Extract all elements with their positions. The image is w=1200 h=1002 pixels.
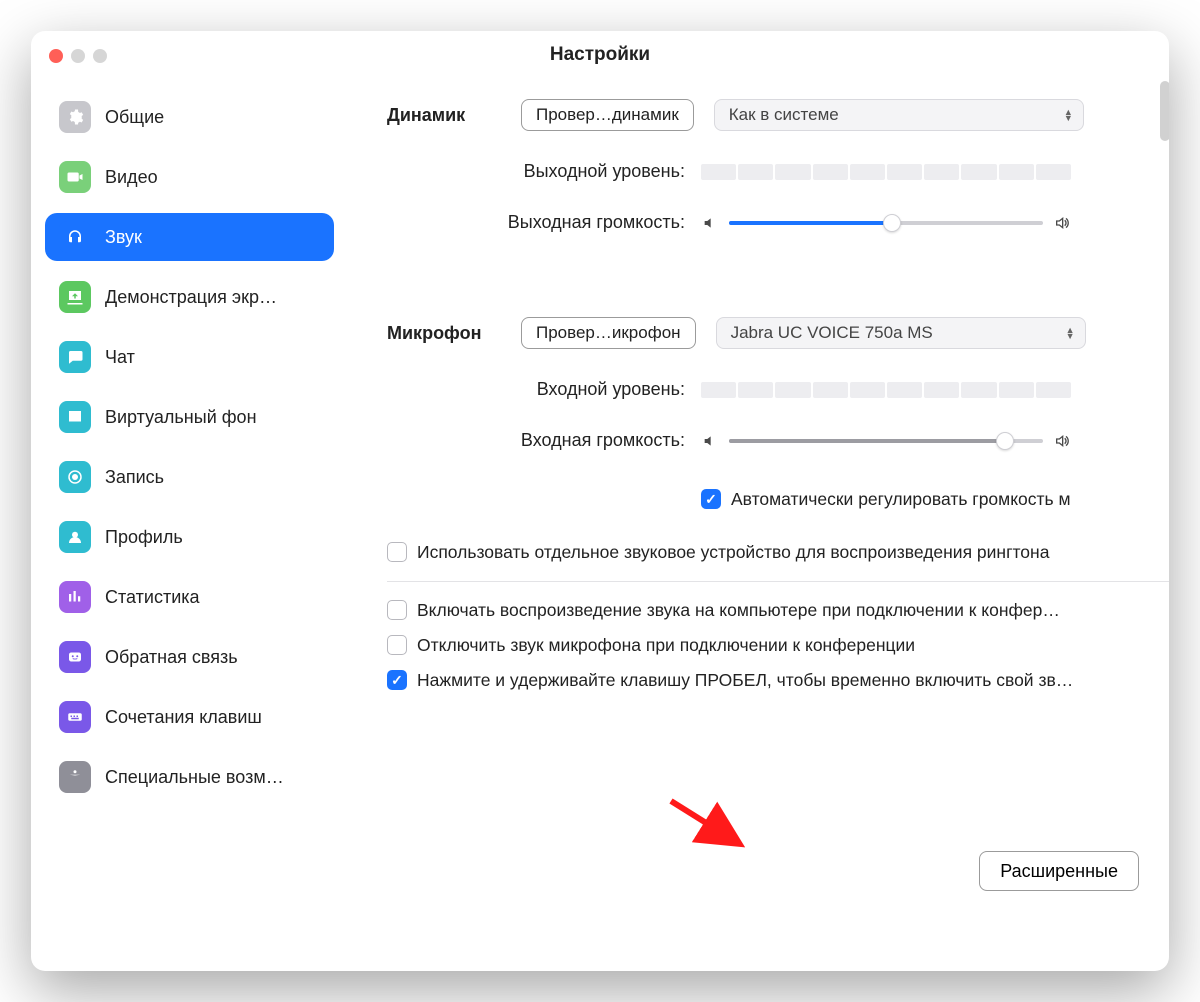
- sidebar-item-label: Специальные возм…: [105, 767, 284, 788]
- output-level-label: Выходной уровень:: [349, 161, 701, 182]
- chevron-updown-icon: ▲▼: [1066, 327, 1075, 339]
- output-volume-slider[interactable]: [729, 221, 1043, 225]
- sidebar-item-label: Профиль: [105, 527, 183, 548]
- record-icon: [59, 461, 91, 493]
- sidebar-item-accessibility[interactable]: Специальные возм…: [45, 753, 334, 801]
- output-level-meter: [701, 164, 1071, 180]
- sidebar-item-keyboard-shortcuts[interactable]: Сочетания клавиш: [45, 693, 334, 741]
- sidebar-item-general[interactable]: Общие: [45, 93, 334, 141]
- microphone-device-dropdown[interactable]: Jabra UC VOICE 750a MS ▲▼: [716, 317, 1086, 349]
- sidebar: Общие Видео Звук Демонстрация экр… Чат В…: [31, 79, 349, 971]
- checkbox-label: Включать воспроизведение звука на компью…: [417, 600, 1169, 621]
- minimize-window-button[interactable]: [71, 49, 85, 63]
- gear-icon: [59, 101, 91, 133]
- audio-settings-panel: Динамик Провер…динамик Как в системе ▲▼ …: [349, 79, 1169, 971]
- divider: [387, 581, 1169, 582]
- sidebar-item-share-screen[interactable]: Демонстрация экр…: [45, 273, 334, 321]
- chevron-updown-icon: ▲▼: [1064, 109, 1073, 121]
- separate-ringtone-checkbox[interactable]: [387, 542, 407, 562]
- input-volume-slider[interactable]: [729, 439, 1043, 443]
- sidebar-item-virtual-background[interactable]: Виртуальный фон: [45, 393, 334, 441]
- sidebar-item-label: Запись: [105, 467, 164, 488]
- microphone-section-label: Микрофон: [349, 323, 521, 344]
- sidebar-item-label: Видео: [105, 167, 158, 188]
- sidebar-item-video[interactable]: Видео: [45, 153, 334, 201]
- auto-adjust-volume-label: Автоматически регулировать громкость м: [731, 489, 1169, 510]
- annotation-arrow: [667, 797, 745, 851]
- profile-icon: [59, 521, 91, 553]
- checkbox-label: Отключить звук микрофона при подключении…: [417, 635, 1169, 656]
- zoom-window-button[interactable]: [93, 49, 107, 63]
- sidebar-item-audio[interactable]: Звук: [45, 213, 334, 261]
- keyboard-icon: [59, 701, 91, 733]
- sidebar-item-label: Общие: [105, 107, 164, 128]
- volume-high-icon: [1053, 214, 1071, 232]
- sidebar-item-recording[interactable]: Запись: [45, 453, 334, 501]
- checkbox-label: Нажмите и удерживайте клавишу ПРОБЕЛ, чт…: [417, 670, 1169, 691]
- sidebar-item-label: Статистика: [105, 587, 200, 608]
- settings-window: Настройки Общие Видео Звук Демонстрация …: [31, 31, 1169, 971]
- auto-adjust-volume-checkbox[interactable]: [701, 489, 721, 509]
- dropdown-value: Jabra UC VOICE 750a MS: [731, 323, 933, 343]
- sidebar-item-chat[interactable]: Чат: [45, 333, 334, 381]
- stats-icon: [59, 581, 91, 613]
- sidebar-item-label: Виртуальный фон: [105, 407, 257, 428]
- sidebar-item-label: Обратная связь: [105, 647, 238, 668]
- headphones-icon: [59, 221, 91, 253]
- sidebar-item-feedback[interactable]: Обратная связь: [45, 633, 334, 681]
- dropdown-value: Как в системе: [729, 105, 839, 125]
- sidebar-item-profile[interactable]: Профиль: [45, 513, 334, 561]
- input-level-label: Входной уровень:: [349, 379, 701, 400]
- input-volume-label: Входная громкость:: [349, 430, 701, 451]
- window-controls: [49, 49, 107, 63]
- mute-mic-on-join-checkbox[interactable]: [387, 635, 407, 655]
- advanced-button[interactable]: Расширенные: [979, 851, 1139, 891]
- push-to-talk-checkbox[interactable]: [387, 670, 407, 690]
- input-level-meter: [701, 382, 1071, 398]
- volume-low-icon: [701, 214, 719, 232]
- play-audio-on-join-checkbox[interactable]: [387, 600, 407, 620]
- titlebar: Настройки: [31, 31, 1169, 79]
- share-screen-icon: [59, 281, 91, 313]
- sidebar-item-label: Сочетания клавиш: [105, 707, 262, 728]
- video-icon: [59, 161, 91, 193]
- output-volume-label: Выходная громкость:: [349, 212, 701, 233]
- sidebar-item-label: Звук: [105, 227, 142, 248]
- chat-icon: [59, 341, 91, 373]
- virtual-background-icon: [59, 401, 91, 433]
- close-window-button[interactable]: [49, 49, 63, 63]
- test-speaker-button[interactable]: Провер…динамик: [521, 99, 694, 131]
- speaker-section-label: Динамик: [349, 105, 521, 126]
- test-microphone-button[interactable]: Провер…икрофон: [521, 317, 696, 349]
- speaker-device-dropdown[interactable]: Как в системе ▲▼: [714, 99, 1084, 131]
- feedback-icon: [59, 641, 91, 673]
- accessibility-icon: [59, 761, 91, 793]
- window-title: Настройки: [550, 44, 650, 66]
- separate-ringtone-label: Использовать отдельное звуковое устройст…: [417, 542, 1169, 563]
- volume-low-icon: [701, 432, 719, 450]
- sidebar-item-label: Чат: [105, 347, 135, 368]
- volume-high-icon: [1053, 432, 1071, 450]
- sidebar-item-statistics[interactable]: Статистика: [45, 573, 334, 621]
- sidebar-item-label: Демонстрация экр…: [105, 287, 277, 308]
